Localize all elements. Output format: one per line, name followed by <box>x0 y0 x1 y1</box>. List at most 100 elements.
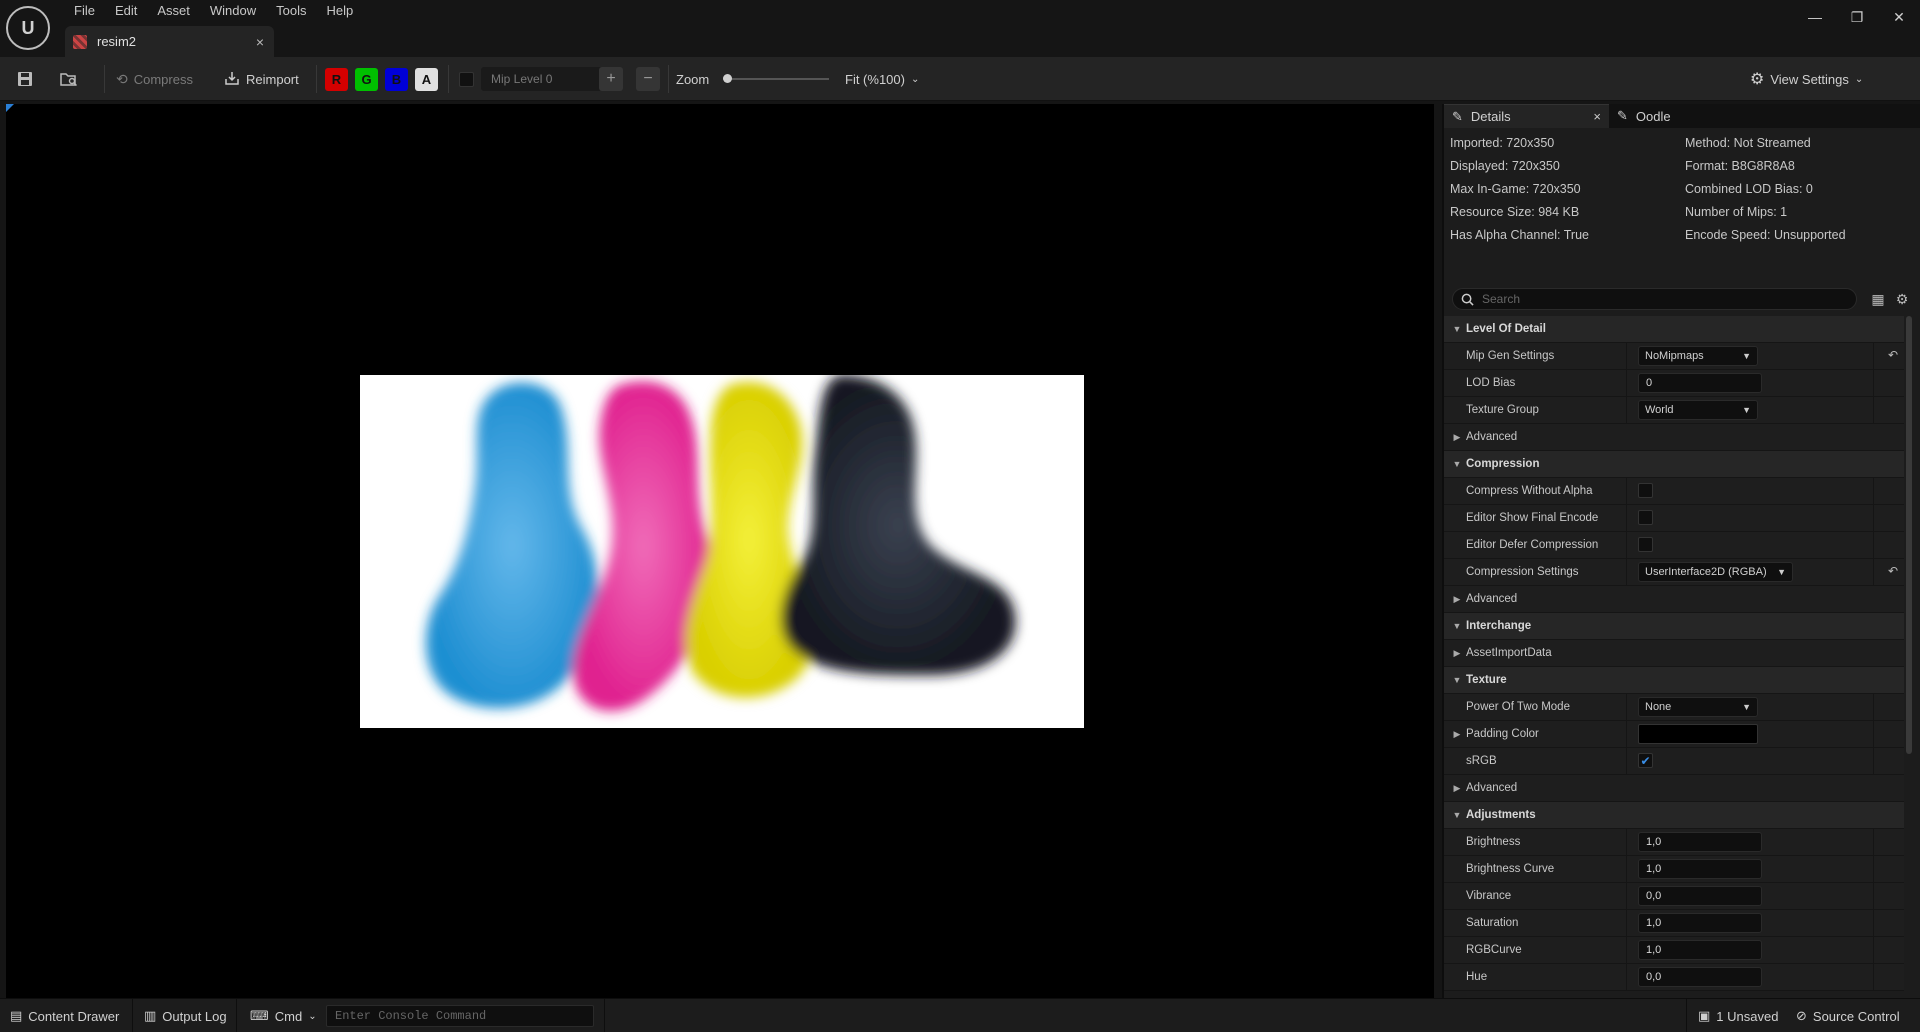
console-command-input[interactable] <box>335 1009 585 1023</box>
output-log-button[interactable]: ▥ Output Log <box>144 999 227 1032</box>
mip-level-value: Mip Level 0 <box>491 72 553 86</box>
menu-asset[interactable]: Asset <box>147 0 200 22</box>
prop-advanced-compression[interactable]: ▶ Advanced <box>1444 586 1904 613</box>
document-tab-label: resim2 <box>97 34 137 49</box>
texture-info: Imported: 720x350 Method: Not Streamed D… <box>1444 128 1920 251</box>
unreal-logo-icon[interactable]: U <box>6 6 50 50</box>
lod-bias-field[interactable]: 0 <box>1638 373 1762 393</box>
compression-settings-select[interactable]: UserInterface2D (RGBA) ▼ <box>1638 562 1793 582</box>
hue-field[interactable]: 0,0 <box>1638 967 1762 987</box>
browse-asset-button[interactable] <box>56 57 82 101</box>
close-tab-icon[interactable]: × <box>256 34 264 50</box>
window-controls: — ❐ ✕ <box>1794 0 1920 34</box>
texture-viewport[interactable] <box>6 104 1434 998</box>
prop-texture-group: Texture Group World ▼ <box>1444 397 1904 424</box>
reset-to-default-icon[interactable]: ↶ <box>1888 348 1898 362</box>
compress-icon: ⟲ <box>116 70 128 87</box>
toolbar: ⟲ Compress Reimport R G B A Mip Level 0 … <box>0 57 1920 101</box>
restore-button[interactable]: ❐ <box>1836 0 1878 34</box>
menu-bar: File Edit Asset Window Tools Help <box>64 0 363 22</box>
menu-tools[interactable]: Tools <box>266 0 316 22</box>
search-input[interactable] <box>1482 292 1842 306</box>
cmd-select[interactable]: ⌨ Cmd ⌄ <box>250 999 317 1032</box>
padding-color-swatch[interactable] <box>1638 724 1758 744</box>
reimport-button[interactable]: Reimport <box>224 57 299 101</box>
channel-g-toggle[interactable]: G <box>355 67 378 91</box>
editor-defer-compression-checkbox[interactable] <box>1638 537 1653 552</box>
zoom-fit-select[interactable]: Fit (%100) ⌄ <box>845 57 919 101</box>
category-adjustments[interactable]: ▼ Adjustments <box>1444 802 1904 829</box>
content-drawer-icon: ▤ <box>10 1008 23 1023</box>
close-window-button[interactable]: ✕ <box>1878 0 1920 34</box>
unsaved-icon: ▣ <box>1698 1008 1711 1023</box>
save-button[interactable] <box>12 57 38 101</box>
brightness-field[interactable]: 1,0 <box>1638 832 1762 852</box>
mip-level-checkbox[interactable] <box>459 71 474 87</box>
info-format: Format: B8G8R8A8 <box>1685 159 1795 173</box>
srgb-checkbox[interactable]: ✔ <box>1638 753 1653 768</box>
info-num-mips: Number of Mips: 1 <box>1685 205 1788 219</box>
compress-without-alpha-checkbox[interactable] <box>1638 483 1653 498</box>
mip-increase-button[interactable]: + <box>599 57 623 101</box>
mip-decrease-button[interactable]: − <box>636 57 660 101</box>
menu-window[interactable]: Window <box>200 0 266 22</box>
prop-saturation: Saturation 1,0 <box>1444 910 1904 937</box>
expand-arrow-icon: ▼ <box>1452 810 1462 820</box>
tab-oodle[interactable]: ✎ Oodle <box>1609 104 1679 128</box>
zoom-label: Zoom <box>676 71 710 87</box>
editor-show-final-encode-checkbox[interactable] <box>1638 510 1653 525</box>
vibrance-field[interactable]: 0,0 <box>1638 886 1762 906</box>
brightness-curve-field[interactable]: 1,0 <box>1638 859 1762 879</box>
table-view-icon[interactable]: ▦ <box>1869 290 1887 308</box>
channel-a-toggle[interactable]: A <box>415 67 438 91</box>
prop-asset-import-data[interactable]: ▶ AssetImportData <box>1444 640 1904 667</box>
saturation-field[interactable]: 1,0 <box>1638 913 1762 933</box>
prop-advanced-texture[interactable]: ▶ Advanced <box>1444 775 1904 802</box>
menu-file[interactable]: File <box>64 0 105 22</box>
menu-help[interactable]: Help <box>316 0 363 22</box>
details-scrollbar[interactable] <box>1906 316 1912 754</box>
compress-button[interactable]: ⟲ Compress <box>116 57 193 101</box>
rgbcurve-field[interactable]: 1,0 <box>1638 940 1762 960</box>
info-displayed: Displayed: 720x350 <box>1450 159 1560 173</box>
terminal-icon: ⌨ <box>250 1008 269 1023</box>
channel-r-toggle[interactable]: R <box>325 67 348 91</box>
channel-b-toggle[interactable]: B <box>385 67 408 91</box>
reimport-icon <box>224 70 240 89</box>
content-drawer-button[interactable]: ▤ Content Drawer <box>10 999 119 1032</box>
info-encode-speed: Encode Speed: Unsupported <box>1685 228 1846 242</box>
minimize-button[interactable]: — <box>1794 0 1836 34</box>
category-interchange[interactable]: ▼ Interchange <box>1444 613 1904 640</box>
prop-lod-bias: LOD Bias 0 <box>1444 370 1904 397</box>
minus-icon: − <box>636 67 660 91</box>
category-level-of-detail[interactable]: ▼ Level Of Detail <box>1444 316 1904 343</box>
chevron-down-icon: ▼ <box>1742 702 1751 712</box>
source-control-button[interactable]: ⊘ Source Control <box>1796 999 1900 1032</box>
close-details-tab-icon[interactable]: × <box>1593 109 1601 124</box>
channel-toggles: R G B A <box>325 57 445 101</box>
expand-arrow-icon: ▼ <box>1452 324 1462 334</box>
settings-gear-icon[interactable]: ⚙ <box>1893 290 1911 308</box>
info-method: Method: Not Streamed <box>1685 136 1811 150</box>
category-compression[interactable]: ▼ Compression <box>1444 451 1904 478</box>
details-tab-bar: ✎ Details × ✎ Oodle <box>1444 104 1920 128</box>
reset-to-default-icon[interactable]: ↶ <box>1888 564 1898 578</box>
chevron-down-icon: ⌄ <box>910 73 920 85</box>
expand-arrow-icon: ▶ <box>1453 593 1461 604</box>
prop-advanced-lod[interactable]: ▶ Advanced <box>1444 424 1904 451</box>
texture-group-select[interactable]: World ▼ <box>1638 400 1758 420</box>
mip-gen-settings-select[interactable]: NoMipmaps ▼ <box>1638 346 1758 366</box>
texture-preview-image <box>360 375 1084 728</box>
category-texture[interactable]: ▼ Texture <box>1444 667 1904 694</box>
prop-padding-color[interactable]: ▶ Padding Color <box>1444 721 1904 748</box>
document-tab-resim2[interactable]: resim2 × <box>65 26 274 57</box>
tab-details[interactable]: ✎ Details × <box>1444 104 1609 128</box>
zoom-slider-handle[interactable] <box>723 74 733 83</box>
view-settings-button[interactable]: ⚙ View Settings ⌄ <box>1750 57 1863 101</box>
unsaved-button[interactable]: ▣ 1 Unsaved <box>1698 999 1778 1032</box>
zoom-slider[interactable] <box>723 74 830 83</box>
expand-arrow-icon: ▶ <box>1453 647 1461 658</box>
expand-arrow-icon: ▼ <box>1452 675 1462 685</box>
menu-edit[interactable]: Edit <box>105 0 147 22</box>
power-of-two-mode-select[interactable]: None ▼ <box>1638 697 1758 717</box>
